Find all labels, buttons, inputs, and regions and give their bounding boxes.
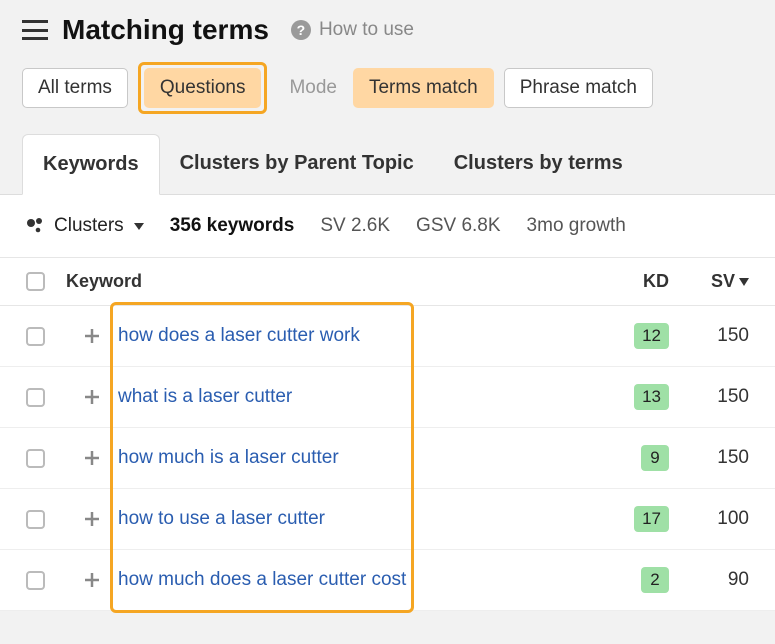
tab-clusters-parent[interactable]: Clusters by Parent Topic (160, 134, 434, 194)
tab-keywords[interactable]: Keywords (22, 134, 160, 195)
add-icon[interactable] (80, 507, 104, 531)
sv-value: 150 (669, 447, 749, 469)
clusters-label: Clusters (54, 215, 124, 237)
column-kd[interactable]: KD (589, 271, 669, 292)
add-icon[interactable] (80, 568, 104, 592)
page-title: Matching terms (62, 14, 269, 46)
stat-sv: SV 2.6K (320, 215, 390, 237)
tab-clusters-terms[interactable]: Clusters by terms (434, 134, 643, 194)
column-keyword[interactable]: Keyword (66, 271, 589, 292)
kd-badge: 12 (634, 323, 669, 349)
table-row: how much does a laser cutter cost 2 90 (0, 550, 775, 611)
row-checkbox[interactable] (26, 388, 45, 407)
table-row: how does a laser cutter work 12 150 (0, 306, 775, 367)
keyword-link[interactable]: how does a laser cutter work (118, 325, 360, 346)
row-checkbox[interactable] (26, 510, 45, 529)
help-icon: ? (291, 20, 311, 40)
kd-badge: 9 (641, 445, 669, 471)
sv-value: 150 (669, 325, 749, 347)
sv-value: 100 (669, 508, 749, 530)
table-row: how much is a laser cutter 9 150 (0, 428, 775, 489)
filter-all-terms[interactable]: All terms (22, 68, 128, 108)
filter-terms-match[interactable]: Terms match (353, 68, 494, 108)
help-label: How to use (319, 19, 414, 41)
highlight-questions: Questions (138, 62, 268, 114)
column-sv[interactable]: SV (669, 271, 749, 292)
sv-value: 150 (669, 386, 749, 408)
keyword-link[interactable]: how much is a laser cutter (118, 447, 339, 468)
filter-questions[interactable]: Questions (144, 68, 262, 108)
column-sv-label: SV (711, 271, 735, 292)
stat-gsv: GSV 6.8K (416, 215, 501, 237)
table-row: how to use a laser cutter 17 100 (0, 489, 775, 550)
row-checkbox[interactable] (26, 327, 45, 346)
mode-label: Mode (289, 77, 337, 99)
table-row: what is a laser cutter 13 150 (0, 367, 775, 428)
chevron-down-icon (134, 223, 144, 230)
kd-badge: 2 (641, 567, 669, 593)
keyword-link[interactable]: what is a laser cutter (118, 386, 292, 407)
keyword-link[interactable]: how to use a laser cutter (118, 508, 325, 529)
filter-phrase-match[interactable]: Phrase match (504, 68, 653, 108)
menu-icon[interactable] (22, 20, 48, 40)
stat-growth: 3mo growth (527, 215, 626, 237)
add-icon[interactable] (80, 446, 104, 470)
help-link[interactable]: ? How to use (291, 19, 414, 41)
keyword-link[interactable]: how much does a laser cutter cost (118, 569, 406, 590)
sv-value: 90 (669, 569, 749, 591)
sort-desc-icon (739, 278, 749, 286)
row-checkbox[interactable] (26, 571, 45, 590)
row-checkbox[interactable] (26, 449, 45, 468)
clusters-icon (26, 216, 46, 236)
kd-badge: 17 (634, 506, 669, 532)
keyword-count: 356 keywords (170, 215, 295, 237)
select-all-checkbox[interactable] (26, 272, 45, 291)
add-icon[interactable] (80, 324, 104, 348)
add-icon[interactable] (80, 385, 104, 409)
clusters-dropdown[interactable]: Clusters (26, 215, 144, 237)
kd-badge: 13 (634, 384, 669, 410)
